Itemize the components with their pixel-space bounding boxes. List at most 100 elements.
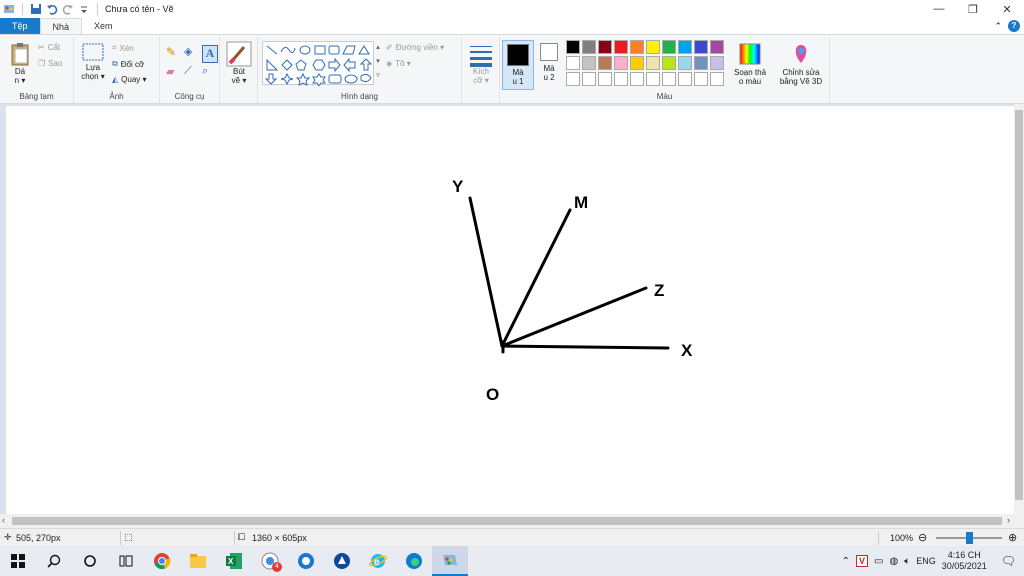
palette-swatch[interactable] xyxy=(614,72,628,86)
text-tool-icon[interactable]: A xyxy=(202,45,218,63)
palette-swatch[interactable] xyxy=(678,72,692,86)
palette-swatch[interactable] xyxy=(566,56,580,70)
palette-swatch[interactable] xyxy=(614,56,628,70)
eraser-icon[interactable]: ▰ xyxy=(166,65,182,83)
paint-app-icon[interactable] xyxy=(3,3,15,15)
crop-button[interactable]: ⌗ Xén xyxy=(112,43,134,53)
palette-swatch[interactable] xyxy=(646,56,660,70)
palette-swatch[interactable] xyxy=(662,72,676,86)
file-explorer-icon[interactable] xyxy=(180,546,216,576)
shapes-scroll[interactable]: ▴ ▾ ▿ xyxy=(374,41,382,85)
palette-swatch[interactable] xyxy=(630,72,644,86)
palette-swatch[interactable] xyxy=(630,56,644,70)
horizontal-scroll-thumb[interactable] xyxy=(12,517,1002,525)
cut-button[interactable]: ✂ Cắt xyxy=(38,43,60,52)
zoom-slider-thumb[interactable] xyxy=(965,532,973,544)
network-app-icon[interactable] xyxy=(324,546,360,576)
edge-icon[interactable] xyxy=(396,546,432,576)
palette-swatch[interactable] xyxy=(614,40,628,54)
palette-swatch[interactable] xyxy=(566,72,580,86)
tab-file[interactable]: Tệp xyxy=(0,18,40,34)
palette-swatch[interactable] xyxy=(582,56,596,70)
paint-taskbar-icon[interactable] xyxy=(432,546,468,576)
fill-bucket-icon[interactable]: ◈ xyxy=(184,45,200,63)
task-view-icon[interactable] xyxy=(108,546,144,576)
scroll-right-icon[interactable]: › xyxy=(1007,515,1010,525)
save-icon[interactable] xyxy=(30,3,42,15)
scroll-left-icon[interactable]: ‹ xyxy=(2,515,5,525)
clock[interactable]: 4:16 CH 30/05/2021 xyxy=(942,550,987,572)
undo-icon[interactable] xyxy=(46,3,58,15)
select-button[interactable]: Lựa chọn ▾ xyxy=(78,41,108,81)
zoom-slider[interactable] xyxy=(936,532,1002,544)
network-icon[interactable]: ◍ xyxy=(889,556,898,567)
palette-swatch[interactable] xyxy=(598,56,612,70)
outline-button[interactable]: ✐ Đường viền ▾ xyxy=(386,43,444,52)
zoom-in-button[interactable]: ⊕ xyxy=(1008,531,1017,544)
zoom-out-button[interactable]: ⊖ xyxy=(918,531,927,544)
palette-swatch[interactable] xyxy=(598,72,612,86)
palette-swatch[interactable] xyxy=(582,72,596,86)
language-indicator[interactable]: ENG xyxy=(916,556,936,566)
palette-swatch[interactable] xyxy=(710,56,724,70)
edit-paint3d-button[interactable]: Chỉnh sửa bằng Vẽ 3D xyxy=(776,43,826,86)
show-hidden-icons[interactable]: ⌃ xyxy=(842,556,850,567)
tab-home[interactable]: Nhà xyxy=(39,18,83,34)
cortana-icon[interactable] xyxy=(72,546,108,576)
palette-swatch[interactable] xyxy=(678,40,692,54)
copy-button[interactable]: ❐ Sao xyxy=(38,59,62,68)
palette-swatch[interactable] xyxy=(566,40,580,54)
help-icon[interactable]: ? xyxy=(1008,20,1020,32)
color-picker-icon[interactable]: ⟋ xyxy=(184,65,200,83)
remote-app-icon[interactable] xyxy=(288,546,324,576)
size-button[interactable]: Kích cỡ ▾ xyxy=(466,43,496,85)
palette-swatch[interactable] xyxy=(630,40,644,54)
palette-swatch[interactable] xyxy=(694,40,708,54)
vertical-scroll-thumb[interactable] xyxy=(1015,110,1023,500)
color2-button[interactable]: Mà u 2 xyxy=(536,43,562,82)
start-button[interactable] xyxy=(0,546,36,576)
redo-icon[interactable] xyxy=(62,3,74,15)
antivirus-icon[interactable]: V xyxy=(856,555,869,567)
palette-swatch[interactable] xyxy=(710,72,724,86)
palette-swatch[interactable] xyxy=(582,40,596,54)
palette-swatch[interactable] xyxy=(710,40,724,54)
excel-icon[interactable]: X xyxy=(216,546,252,576)
palette-swatch[interactable] xyxy=(598,40,612,54)
vertical-scrollbar[interactable] xyxy=(1014,104,1024,514)
magnifier-icon[interactable]: ⌕ xyxy=(202,65,218,83)
rotate-button[interactable]: ◭ Quay ▾ xyxy=(112,75,147,84)
maximize-button[interactable]: ❐ xyxy=(956,0,990,18)
clock-time: 4:16 CH xyxy=(947,550,981,560)
action-center-icon[interactable]: 🗨︎ xyxy=(1001,554,1016,568)
horizontal-scrollbar[interactable]: ‹ › xyxy=(0,514,1024,528)
internet-explorer-icon[interactable]: e xyxy=(360,546,396,576)
search-icon[interactable] xyxy=(36,546,72,576)
volume-icon[interactable]: 🔈︎ xyxy=(904,556,910,567)
brushes-button[interactable]: Bút vẽ ▾ xyxy=(224,41,254,85)
palette-swatch[interactable] xyxy=(662,56,676,70)
chrome-icon[interactable] xyxy=(144,546,180,576)
color1-button[interactable]: Mà u 1 xyxy=(502,40,534,90)
resize-button[interactable]: ⧉ Đổi cỡ xyxy=(112,59,144,69)
pencil-icon[interactable]: ✎ xyxy=(166,45,182,63)
label-o: O xyxy=(486,385,499,404)
palette-swatch[interactable] xyxy=(694,56,708,70)
battery-icon[interactable]: ▭ xyxy=(874,556,883,567)
palette-swatch[interactable] xyxy=(646,40,660,54)
tab-view[interactable]: Xem xyxy=(82,18,125,34)
collapse-ribbon-icon[interactable]: ⌃ xyxy=(994,21,1002,32)
palette-swatch[interactable] xyxy=(646,72,660,86)
fill-button[interactable]: ◈ Tô ▾ xyxy=(386,59,411,68)
palette-swatch[interactable] xyxy=(662,40,676,54)
paste-button[interactable]: Dá n ▾ xyxy=(6,41,34,85)
minimize-button[interactable]: — xyxy=(922,0,956,18)
shapes-gallery[interactable] xyxy=(262,41,374,87)
drawing-canvas[interactable]: Y M Z X O xyxy=(6,106,1014,516)
palette-swatch[interactable] xyxy=(694,72,708,86)
close-button[interactable]: ✕ xyxy=(990,0,1024,18)
customize-toolbar-icon[interactable] xyxy=(78,3,90,15)
edit-colors-button[interactable]: Soạn thả o màu xyxy=(730,43,770,86)
palette-swatch[interactable] xyxy=(678,56,692,70)
messaging-app-icon[interactable]: 4 xyxy=(252,546,288,576)
